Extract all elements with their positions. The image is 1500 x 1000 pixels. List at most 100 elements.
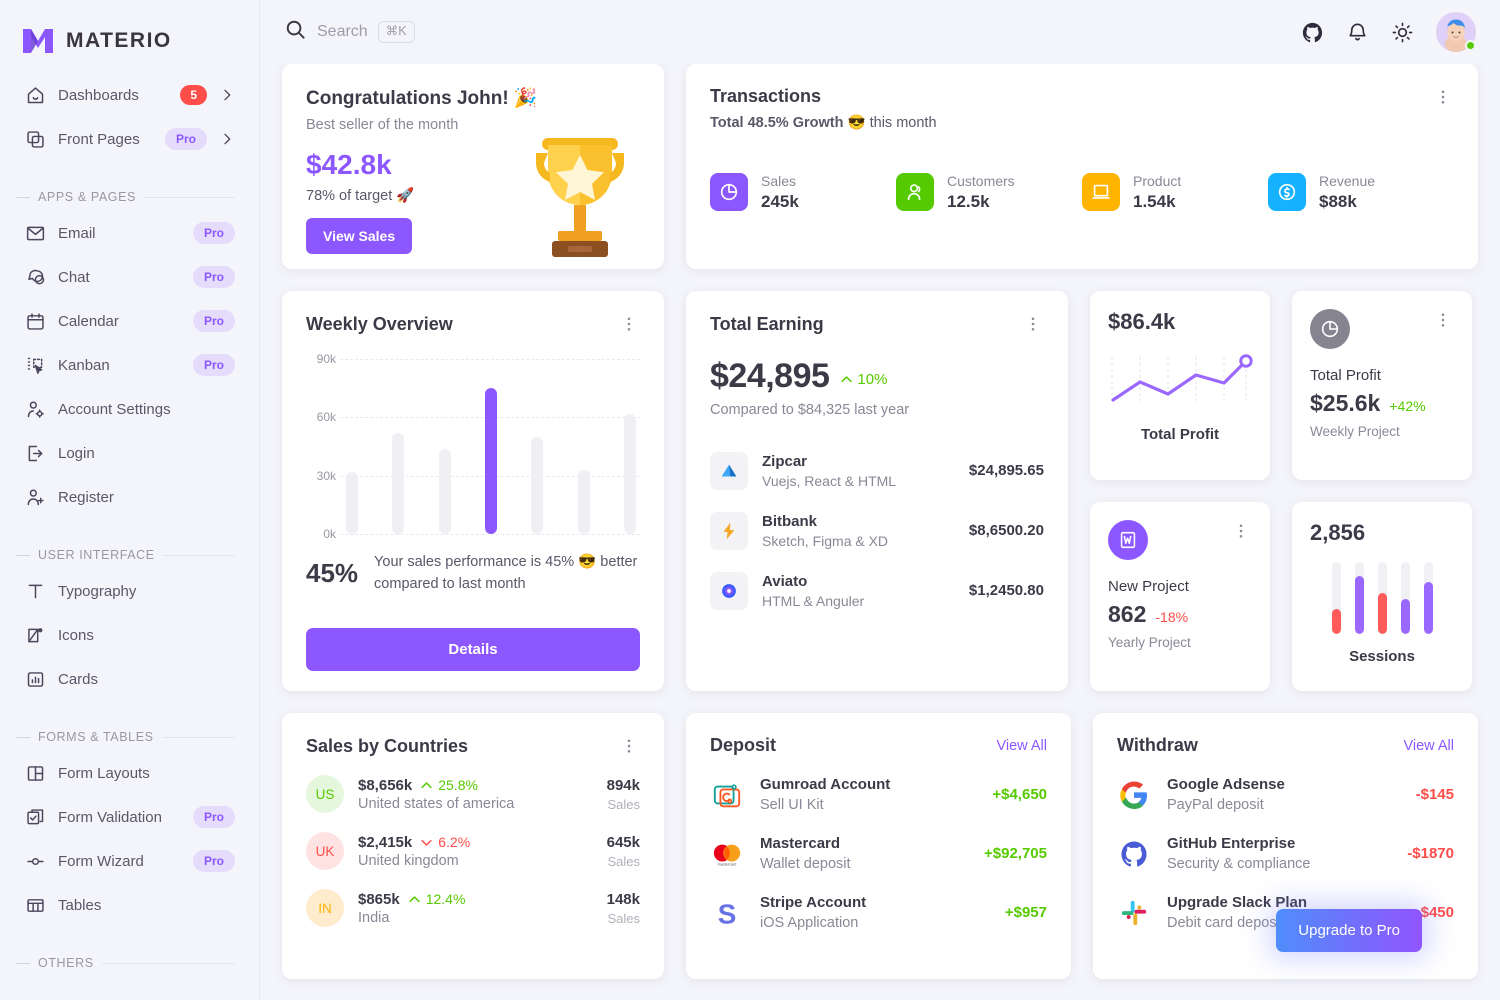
pro-badge: Pro bbox=[192, 353, 235, 377]
list-item: mastercard Mastercard Wallet deposit +$9… bbox=[710, 835, 1047, 872]
laptop-icon bbox=[1082, 173, 1120, 212]
sessions-bar bbox=[1377, 562, 1387, 634]
bell-icon[interactable] bbox=[1346, 21, 1369, 44]
country-percent: 25.8% bbox=[438, 777, 478, 793]
bar bbox=[438, 448, 451, 534]
sidebar-item-form-layouts[interactable]: Form Layouts bbox=[14, 752, 245, 794]
sidebar-item-account-settings[interactable]: Account Settings bbox=[14, 388, 245, 430]
sidebar-item-kanban[interactable]: Kanban Pro bbox=[14, 344, 245, 386]
upgrade-to-pro-button[interactable]: Upgrade to Pro bbox=[1276, 909, 1422, 952]
item-amount: +$4,650 bbox=[992, 786, 1047, 803]
sidebar-item-front-pages[interactable]: Front Pages Pro bbox=[14, 118, 245, 160]
stat-label: Revenue bbox=[1319, 173, 1376, 189]
github-icon[interactable] bbox=[1301, 21, 1324, 44]
more-options-icon[interactable] bbox=[618, 735, 640, 757]
github-logo-icon bbox=[1117, 837, 1151, 871]
bar bbox=[623, 413, 636, 534]
home-icon bbox=[24, 84, 46, 106]
y-tick-90k: 90k bbox=[316, 352, 336, 366]
icons-icon bbox=[24, 624, 46, 646]
country-top-row: $865k 12.4% bbox=[358, 891, 593, 908]
sidebar-item-label: Kanban bbox=[58, 356, 110, 374]
more-options-icon[interactable] bbox=[1230, 520, 1252, 542]
deposit-view-all-link[interactable]: View All bbox=[996, 738, 1047, 754]
sidebar-item-register[interactable]: Register bbox=[14, 476, 245, 518]
country-avatar: US bbox=[306, 775, 344, 813]
user-cog-icon bbox=[24, 398, 46, 420]
mini-cards-column: $86.4k Total Profit Total Profit $25.6k … bbox=[1090, 291, 1472, 691]
sidebar-item-label: Form Layouts bbox=[58, 764, 150, 782]
more-options-icon[interactable] bbox=[1022, 313, 1044, 335]
divider-right bbox=[162, 554, 235, 556]
profit-sub: Weekly Project bbox=[1310, 424, 1400, 439]
search-input[interactable]: Search ⌘K bbox=[284, 18, 415, 46]
cool-emoji: 😎 bbox=[847, 115, 866, 131]
list-item: US $8,656k 25.8% United states of americ… bbox=[306, 775, 640, 813]
sidebar-item-form-wizard[interactable]: Form Wizard Pro bbox=[14, 840, 245, 882]
sidebar-item-cards[interactable]: Cards bbox=[14, 658, 245, 700]
section-label: OTHERS bbox=[38, 956, 94, 970]
bar bbox=[392, 433, 405, 534]
sidebar-item-email[interactable]: Email Pro bbox=[14, 212, 245, 254]
sidebar-item-typography[interactable]: Typography bbox=[14, 570, 245, 612]
sidebar-item-dashboards[interactable]: Dashboards 5 bbox=[14, 74, 245, 116]
form-wizard-icon bbox=[24, 850, 46, 872]
y-axis-labels: 90k 60k 30k 0k bbox=[306, 352, 340, 541]
country-name: India bbox=[358, 909, 390, 926]
stripe-logo-icon: S bbox=[710, 896, 744, 930]
item-amount: -$145 bbox=[1415, 786, 1454, 803]
sidebar-item-calendar[interactable]: Calendar Pro bbox=[14, 300, 245, 342]
list-item: Bitbank Sketch, Figma & XD $8,6500.20 bbox=[710, 512, 1044, 550]
earning-header: Total Earning bbox=[710, 313, 1044, 335]
sidebar-item-label: Dashboards bbox=[58, 86, 139, 104]
section-forms-tables: FORMS & TABLES bbox=[14, 708, 245, 752]
profit-value: $25.6k bbox=[1310, 390, 1381, 416]
project-delta: -18% bbox=[1155, 609, 1189, 625]
item-tech: Sketch, Figma & XD bbox=[762, 533, 889, 549]
transactions-subtitle: Total 48.5% Growth 😎 this month bbox=[710, 114, 937, 131]
item-name: Bitbank bbox=[762, 513, 818, 530]
more-options-icon[interactable] bbox=[1432, 86, 1454, 108]
total-profit-sparkline bbox=[1108, 349, 1253, 414]
more-options-icon[interactable] bbox=[618, 313, 640, 335]
sidebar-item-login[interactable]: Login bbox=[14, 432, 245, 474]
pro-badge: Pro bbox=[192, 221, 235, 245]
pie-chart-icon bbox=[710, 173, 748, 212]
bar-series bbox=[346, 359, 636, 534]
view-sales-button[interactable]: View Sales bbox=[306, 218, 413, 254]
weekly-summary: 45% Your sales performance is 45% 😎 bett… bbox=[306, 552, 640, 596]
avatar[interactable] bbox=[1436, 12, 1476, 52]
spark-value: $86.4k bbox=[1108, 309, 1176, 334]
mini-header bbox=[1108, 520, 1252, 560]
stat-customers: Customers 12.5k bbox=[896, 171, 1082, 213]
item-info: Bitbank Sketch, Figma & XD bbox=[762, 513, 918, 549]
item-name: Zipcar bbox=[762, 453, 808, 470]
svg-text:mastercard: mastercard bbox=[718, 862, 737, 866]
withdraw-view-all-link[interactable]: View All bbox=[1403, 738, 1454, 754]
country-avatar: IN bbox=[306, 889, 344, 927]
pro-badge: Pro bbox=[164, 127, 207, 151]
form-validation-icon bbox=[24, 806, 46, 828]
details-button[interactable]: Details bbox=[306, 628, 640, 671]
user-plus-icon bbox=[24, 486, 46, 508]
brand-logo[interactable]: MATERIO bbox=[0, 0, 259, 64]
pro-badge: Pro bbox=[192, 309, 235, 333]
country-sales: 148k bbox=[606, 890, 640, 908]
sidebar-item-form-validation[interactable]: Form Validation Pro bbox=[14, 796, 245, 838]
list-item: S Stripe Account iOS Application +$957 bbox=[710, 894, 1047, 931]
sidebar-item-icons[interactable]: Icons bbox=[14, 614, 245, 656]
more-options-icon[interactable] bbox=[1432, 309, 1454, 331]
spark-caption: Total Profit bbox=[1140, 426, 1220, 443]
bar-highlighted bbox=[484, 388, 497, 534]
sidebar: MATERIO Dashboards 5 Front Pages Pro APP… bbox=[0, 0, 260, 1000]
dashboard-content: Congratulations John! 🎉 Best seller of t… bbox=[260, 64, 1500, 1000]
countries-title: Sales by Countries bbox=[306, 735, 469, 756]
total-profit-spark-card: $86.4k Total Profit bbox=[1090, 291, 1270, 480]
stat-text: Revenue $88k bbox=[1319, 171, 1375, 213]
sidebar-item-tables[interactable]: Tables bbox=[14, 884, 245, 926]
sun-icon[interactable] bbox=[1391, 21, 1414, 44]
weekly-bar-chart: 90k 60k 30k 0k bbox=[306, 352, 640, 541]
sidebar-item-chat[interactable]: Chat Pro bbox=[14, 256, 245, 298]
trophy-icon bbox=[520, 123, 640, 263]
country-sales: 645k bbox=[606, 833, 640, 851]
